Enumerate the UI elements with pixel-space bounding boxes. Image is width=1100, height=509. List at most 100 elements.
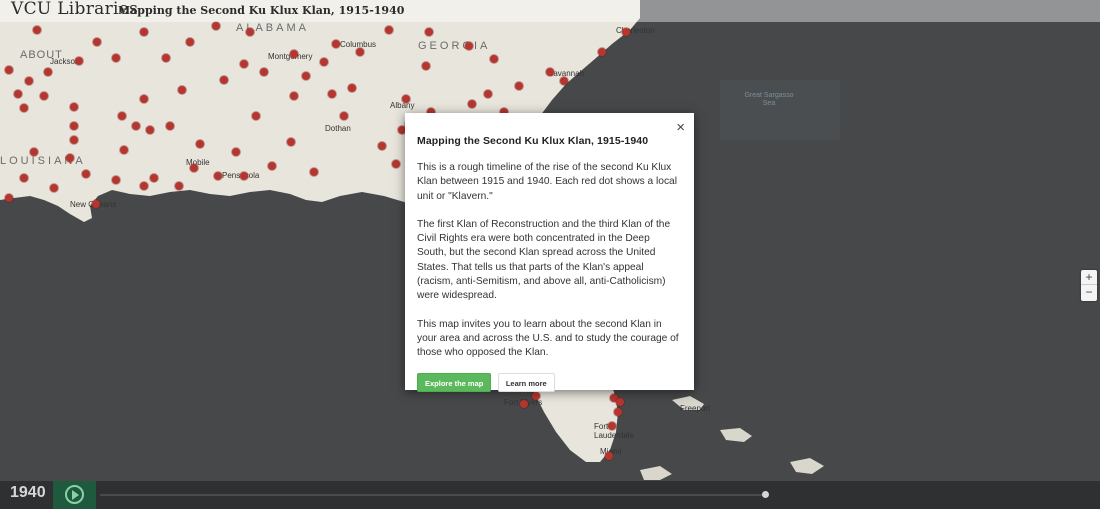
klavern-dot[interactable]	[252, 112, 260, 120]
klavern-dot[interactable]	[560, 77, 568, 85]
klavern-dot[interactable]	[220, 76, 228, 84]
klavern-dot[interactable]	[546, 68, 554, 76]
explore-map-button[interactable]: Explore the map	[417, 372, 492, 392]
klavern-dot[interactable]	[132, 122, 140, 130]
klavern-dot[interactable]	[178, 86, 186, 94]
klavern-dot[interactable]	[515, 82, 523, 90]
klavern-dot[interactable]	[214, 172, 222, 180]
zoom-out-button[interactable]: −	[1081, 285, 1097, 300]
klavern-dot[interactable]	[468, 100, 476, 108]
klavern-dot[interactable]	[605, 452, 613, 460]
klavern-dot[interactable]	[196, 140, 204, 148]
klavern-dot[interactable]	[40, 92, 48, 100]
modal-paragraph-invite: This map invites you to learn about the …	[417, 318, 679, 359]
klavern-dot[interactable]	[598, 48, 606, 56]
klavern-dot[interactable]	[50, 184, 58, 192]
klavern-dot[interactable]	[75, 57, 83, 65]
klavern-dot[interactable]	[268, 162, 276, 170]
klavern-dot[interactable]	[622, 28, 630, 36]
klavern-dot[interactable]	[5, 194, 13, 202]
klavern-dot[interactable]	[150, 174, 158, 182]
timeline-slider-track[interactable]	[100, 494, 765, 496]
klavern-dot[interactable]	[392, 160, 400, 168]
klavern-dot[interactable]	[614, 408, 622, 416]
klavern-dot[interactable]	[232, 148, 240, 156]
modal-buttons: Explore the map Learn more	[417, 372, 682, 392]
klavern-dot[interactable]	[290, 50, 298, 58]
klavern-dot[interactable]	[422, 62, 430, 70]
land-bahamas-2	[640, 466, 672, 480]
app-title: Mapping the Second Ku Klux Klan, 1915-19…	[118, 4, 405, 17]
klavern-dot[interactable]	[520, 400, 528, 408]
klavern-dot[interactable]	[20, 104, 28, 112]
klavern-dot[interactable]	[20, 174, 28, 182]
klavern-dot[interactable]	[240, 60, 248, 68]
klavern-dot[interactable]	[162, 54, 170, 62]
klavern-dot[interactable]	[120, 146, 128, 154]
klavern-dot[interactable]	[146, 126, 154, 134]
klavern-dot[interactable]	[166, 122, 174, 130]
header-bar: VCU Libraries Mapping the Second Ku Klux…	[0, 0, 1100, 22]
klavern-dot[interactable]	[14, 90, 22, 98]
klavern-dot[interactable]	[402, 95, 410, 103]
klavern-dot[interactable]	[66, 154, 74, 162]
klavern-dot[interactable]	[378, 142, 386, 150]
klavern-dot[interactable]	[186, 38, 194, 46]
learn-more-button[interactable]: Learn more	[497, 372, 555, 392]
klavern-dot[interactable]	[465, 42, 473, 50]
modal-paragraph-history: The first Klan of Reconstruction and the…	[417, 218, 671, 302]
klavern-dot[interactable]	[44, 68, 52, 76]
klavern-dot[interactable]	[70, 122, 78, 130]
klavern-dot[interactable]	[246, 28, 254, 36]
klavern-dot[interactable]	[484, 90, 492, 98]
klavern-dot[interactable]	[310, 168, 318, 176]
klavern-dot[interactable]	[25, 77, 33, 85]
klavern-dot[interactable]	[93, 38, 101, 46]
klavern-dot[interactable]	[240, 172, 248, 180]
klavern-dot[interactable]	[356, 48, 364, 56]
klavern-dot[interactable]	[287, 138, 295, 146]
klavern-dot[interactable]	[140, 95, 148, 103]
klavern-dot[interactable]	[30, 148, 38, 156]
klavern-dot[interactable]	[290, 92, 298, 100]
klavern-dot[interactable]	[70, 103, 78, 111]
klavern-dot[interactable]	[70, 136, 78, 144]
modal-paragraph-intro: This is a rough timeline of the rise of …	[417, 162, 677, 202]
klavern-dot[interactable]	[532, 392, 540, 400]
klavern-dot[interactable]	[302, 72, 310, 80]
klavern-dot[interactable]	[92, 200, 100, 208]
klavern-dot[interactable]	[348, 84, 356, 92]
klavern-dot[interactable]	[616, 398, 624, 406]
timeline-bar: 1940	[0, 481, 1100, 509]
land-bahamas-1	[672, 396, 704, 410]
close-icon[interactable]: ×	[676, 119, 685, 136]
klavern-dot[interactable]	[190, 164, 198, 172]
klavern-dot[interactable]	[332, 40, 340, 48]
klavern-dot[interactable]	[340, 112, 348, 120]
klavern-dot[interactable]	[212, 22, 220, 30]
klavern-dot[interactable]	[490, 55, 498, 63]
klavern-dot[interactable]	[140, 182, 148, 190]
timeline-slider-handle[interactable]	[762, 491, 769, 498]
play-icon[interactable]	[65, 485, 84, 504]
play-control[interactable]	[53, 481, 96, 509]
klavern-dot[interactable]	[320, 58, 328, 66]
klavern-dot[interactable]	[608, 422, 616, 430]
klavern-dot[interactable]	[385, 26, 393, 34]
klavern-dot[interactable]	[112, 176, 120, 184]
year-display: 1940	[10, 484, 46, 501]
zoom-control: + −	[1081, 270, 1097, 301]
klavern-dot[interactable]	[112, 54, 120, 62]
klavern-dot[interactable]	[5, 66, 13, 74]
klavern-dot[interactable]	[82, 170, 90, 178]
klavern-dot[interactable]	[33, 26, 41, 34]
klavern-dot[interactable]	[118, 112, 126, 120]
klavern-dot[interactable]	[175, 182, 183, 190]
klavern-dot[interactable]	[328, 90, 336, 98]
modal-title: Mapping the Second Ku Klux Klan, 1915-19…	[417, 135, 649, 147]
klavern-dot[interactable]	[140, 28, 148, 36]
klavern-dot[interactable]	[260, 68, 268, 76]
land-bahamas-4	[790, 458, 824, 474]
zoom-in-button[interactable]: +	[1081, 270, 1097, 285]
klavern-dot[interactable]	[425, 28, 433, 36]
